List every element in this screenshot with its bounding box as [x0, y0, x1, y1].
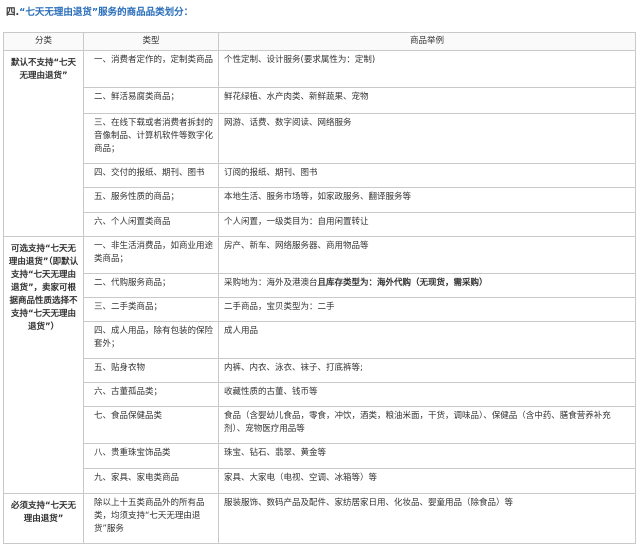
table-row: 九、家具、家电类商品 家具、大家电（电视、空调、冰箱等）等: [4, 468, 636, 494]
type-cell: 三、在线下载或者消费者拆封的音像制品、计算机软件等数字化商品；: [83, 113, 219, 164]
example-cell: 食品（含婴幼儿食品，零食，冲饮，酒类，粮油米面，干货，调味品）、保健品（含中药、…: [218, 406, 636, 444]
type-cell: 二、鲜活易腐类商品；: [83, 87, 219, 114]
header-category: 分类: [3, 32, 84, 51]
type-cell: 九、家具、家电类商品: [83, 468, 219, 494]
example-cell: 收藏性质的古董、钱币等: [218, 382, 636, 407]
table-row: 六、个人闲置类商品 个人闲置，一级类目为：自用闲置转让: [4, 212, 636, 237]
category-cell: 默认不支持“七天无理由退货”: [3, 50, 84, 237]
example-cell: 房产、新车、网络服务器、商用物品等: [218, 236, 636, 274]
type-cell: 五、贴身衣物: [83, 358, 219, 383]
example-cell: 个人闲置，一级类目为：自用闲置转让: [218, 212, 636, 237]
example-cell: 网游、话费、数字阅读、网络服务: [218, 113, 636, 164]
table-row: 可选支持“七天无理由退货”（即默认支持“七天无理由退货”，卖家可根据商品性质选择…: [3, 236, 636, 494]
table-row: 五、贴身衣物 内裤、内衣、泳衣、袜子、打底裤等;: [4, 358, 636, 383]
table-row: 必须支持“七天无理由退货” 除以上十五类商品外的所有品类，均须支持“七天无理由退…: [3, 493, 636, 544]
example-cell: 珠宝、钻石、翡翠、黄金等: [218, 443, 636, 469]
table-row: 三、在线下载或者消费者拆封的音像制品、计算机软件等数字化商品； 网游、话费、数字…: [4, 113, 636, 164]
example-cell: 二手商品，宝贝类型为：二手: [218, 297, 636, 322]
table-row: 六、古董孤品类； 收藏性质的古董、钱币等: [4, 382, 636, 407]
example-cell: 订阅的报纸、期刊、图书: [218, 163, 636, 188]
example-text: 采购地为：海外及港澳台: [224, 278, 318, 288]
type-cell: 一、非生活消费品，如商业用途类商品；: [83, 236, 219, 274]
example-cell: 个性定制、设计服务(要求属性为：定制): [218, 50, 636, 88]
type-cell: 一、消费者定作的，定制类商品: [83, 50, 219, 88]
heading-prefix: 四.: [6, 7, 20, 18]
type-cell: 除以上十五类商品外的所有品类，均须支持“七天无理由退货”服务: [83, 493, 219, 544]
table-row: 七、食品保健品类 食品（含婴幼儿食品，零食，冲饮，酒类，粮油米面，干货，调味品）…: [4, 406, 636, 444]
table-row: 五、服务性质的商品； 本地生活、服务市场等，如家政服务、翻译服务等: [4, 187, 636, 213]
type-cell: 四、成人用品，除有包装的保险套外；: [83, 321, 219, 359]
type-cell: 七、食品保健品类: [83, 406, 219, 444]
example-cell: 鲜花绿植、水产肉类、新鲜蔬果、宠物: [218, 87, 636, 114]
example-cell: 采购地为：海外及港澳台且库存类型为：海外代购（无现货，需采购）: [218, 273, 636, 298]
table-row: 二、代购服务商品； 采购地为：海外及港澳台且库存类型为：海外代购（无现货，需采购…: [4, 273, 636, 298]
type-cell: 三、二手类商品；: [83, 297, 219, 322]
table-header-row: 分类 类型 商品举例: [3, 32, 636, 51]
example-cell: 本地生活、服务市场等，如家政服务、翻译服务等: [218, 187, 636, 213]
example-cell: 服装服饰、数码产品及配件、家纺居家日用、化妆品、婴童用品（除食品）等: [218, 493, 636, 544]
example-cell: 家具、大家电（电视、空调、冰箱等）等: [218, 468, 636, 494]
example-emphasis: 且库存类型为：海外代购（无现货，需采购）: [317, 278, 488, 288]
type-cell: 五、服务性质的商品；: [83, 187, 219, 213]
category-cell: 可选支持“七天无理由退货”（即默认支持“七天无理由退货”，卖家可根据商品性质选择…: [3, 236, 84, 494]
type-cell: 八、贵重珠宝饰品类: [83, 443, 219, 469]
type-cell: 六、古董孤品类；: [83, 382, 219, 407]
header-example: 商品举例: [218, 32, 636, 51]
section-heading: 四.“七天无理由退货”服务的商品品类划分：: [6, 6, 193, 20]
table-row: 四、交付的报纸、期刊、图书 订阅的报纸、期刊、图书: [4, 163, 636, 188]
heading-highlight: “七天无理由退货”服务的商品品类划分：: [19, 7, 194, 18]
header-type: 类型: [83, 32, 219, 51]
table-row: 二、鲜活易腐类商品； 鲜花绿植、水产肉类、新鲜蔬果、宠物: [4, 87, 636, 114]
table-row: 三、二手类商品； 二手商品，宝贝类型为：二手: [4, 297, 636, 322]
table-row: 八、贵重珠宝饰品类 珠宝、钻石、翡翠、黄金等: [4, 443, 636, 469]
example-cell: 成人用品: [218, 321, 636, 359]
category-cell: 必须支持“七天无理由退货”: [3, 493, 84, 544]
category-table: 分类 类型 商品举例 默认不支持“七天无理由退货” 一、消费者定作的，定制类商品…: [3, 32, 636, 544]
type-cell: 六、个人闲置类商品: [83, 212, 219, 237]
table-row: 默认不支持“七天无理由退货” 一、消费者定作的，定制类商品 个性定制、设计服务(…: [3, 50, 636, 237]
table-row: 四、成人用品，除有包装的保险套外； 成人用品: [4, 321, 636, 359]
type-cell: 四、交付的报纸、期刊、图书: [83, 163, 219, 188]
type-cell: 二、代购服务商品；: [83, 273, 219, 298]
example-cell: 内裤、内衣、泳衣、袜子、打底裤等;: [218, 358, 636, 383]
